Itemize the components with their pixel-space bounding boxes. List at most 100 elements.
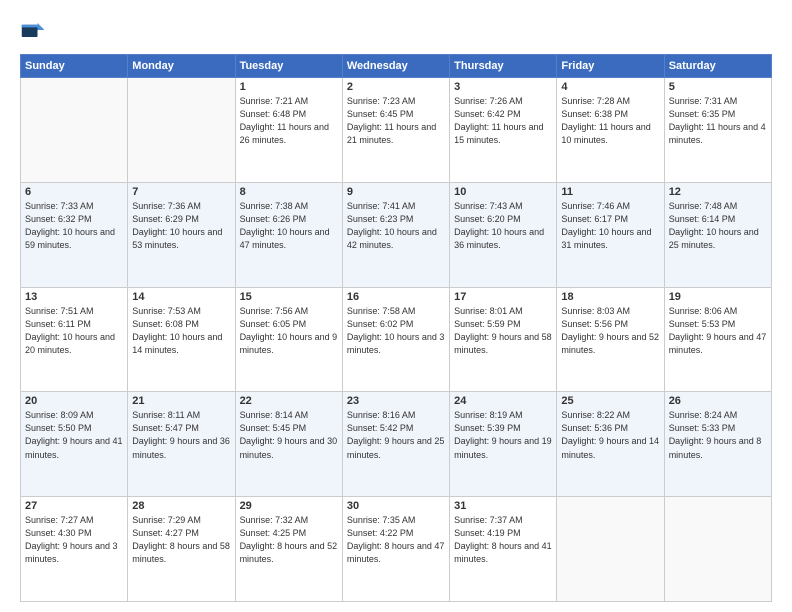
day-detail: Sunrise: 7:35 AM Sunset: 4:22 PM Dayligh…: [347, 514, 445, 566]
day-detail: Sunrise: 8:11 AM Sunset: 5:47 PM Dayligh…: [132, 409, 230, 461]
calendar-week-row: 1 Sunrise: 7:21 AM Sunset: 6:48 PM Daylig…: [21, 78, 772, 183]
day-detail: Sunrise: 7:46 AM Sunset: 6:17 PM Dayligh…: [561, 200, 659, 252]
calendar-cell: 16 Sunrise: 7:58 AM Sunset: 6:02 PM Dayli…: [342, 287, 449, 392]
day-number: 1: [240, 81, 338, 93]
calendar-cell: 11 Sunrise: 7:46 AM Sunset: 6:17 PM Dayli…: [557, 182, 664, 287]
weekday-header-wednesday: Wednesday: [342, 55, 449, 78]
day-detail: Sunrise: 7:43 AM Sunset: 6:20 PM Dayligh…: [454, 200, 552, 252]
day-detail: Sunrise: 7:29 AM Sunset: 4:27 PM Dayligh…: [132, 514, 230, 566]
day-detail: Sunrise: 7:28 AM Sunset: 6:38 PM Dayligh…: [561, 95, 659, 147]
calendar-cell: 27Sunrise: 7:27 AM Sunset: 4:30 PM Dayli…: [21, 497, 128, 602]
calendar-cell: 6Sunrise: 7:33 AM Sunset: 6:32 PM Daylig…: [21, 182, 128, 287]
calendar-cell: 1 Sunrise: 7:21 AM Sunset: 6:48 PM Daylig…: [235, 78, 342, 183]
calendar-cell: 21 Sunrise: 8:11 AM Sunset: 5:47 PM Dayli…: [128, 392, 235, 497]
calendar-table: SundayMondayTuesdayWednesdayThursdayFrid…: [20, 54, 772, 602]
day-detail: Sunrise: 7:41 AM Sunset: 6:23 PM Dayligh…: [347, 200, 445, 252]
calendar-cell: 23 Sunrise: 8:16 AM Sunset: 5:42 PM Dayli…: [342, 392, 449, 497]
day-detail: Sunrise: 7:48 AM Sunset: 6:14 PM Dayligh…: [669, 200, 767, 252]
day-number: 10: [454, 186, 552, 198]
day-number: 27: [25, 500, 123, 512]
day-number: 15: [240, 291, 338, 303]
day-detail: Sunrise: 8:16 AM Sunset: 5:42 PM Dayligh…: [347, 409, 445, 461]
calendar-cell: 17Sunrise: 8:01 AM Sunset: 5:59 PM Dayli…: [450, 287, 557, 392]
calendar-cell: 19 Sunrise: 8:06 AM Sunset: 5:53 PM Dayli…: [664, 287, 771, 392]
logo: [20, 16, 52, 44]
calendar-cell: 26 Sunrise: 8:24 AM Sunset: 5:33 PM Dayli…: [664, 392, 771, 497]
day-detail: Sunrise: 8:24 AM Sunset: 5:33 PM Dayligh…: [669, 409, 767, 461]
calendar-header-row: SundayMondayTuesdayWednesdayThursdayFrid…: [21, 55, 772, 78]
day-detail: Sunrise: 8:19 AM Sunset: 5:39 PM Dayligh…: [454, 409, 552, 461]
day-number: 26: [669, 395, 767, 407]
day-number: 20: [25, 395, 123, 407]
day-detail: Sunrise: 7:33 AM Sunset: 6:32 PM Dayligh…: [25, 200, 123, 252]
calendar-cell: [557, 497, 664, 602]
day-number: 21: [132, 395, 230, 407]
calendar-cell: 22 Sunrise: 8:14 AM Sunset: 5:45 PM Dayli…: [235, 392, 342, 497]
weekday-header-sunday: Sunday: [21, 55, 128, 78]
day-number: 25: [561, 395, 659, 407]
calendar-week-row: 27Sunrise: 7:27 AM Sunset: 4:30 PM Dayli…: [21, 497, 772, 602]
calendar-cell: 8Sunrise: 7:38 AM Sunset: 6:26 PM Daylig…: [235, 182, 342, 287]
day-number: 19: [669, 291, 767, 303]
calendar-cell: 4 Sunrise: 7:28 AM Sunset: 6:38 PM Daylig…: [557, 78, 664, 183]
calendar-cell: [128, 78, 235, 183]
day-number: 24: [454, 395, 552, 407]
day-detail: Sunrise: 8:22 AM Sunset: 5:36 PM Dayligh…: [561, 409, 659, 461]
day-number: 22: [240, 395, 338, 407]
day-detail: Sunrise: 7:37 AM Sunset: 4:19 PM Dayligh…: [454, 514, 552, 566]
calendar-week-row: 20 Sunrise: 8:09 AM Sunset: 5:50 PM Dayli…: [21, 392, 772, 497]
day-number: 13: [25, 291, 123, 303]
calendar-cell: 20 Sunrise: 8:09 AM Sunset: 5:50 PM Dayli…: [21, 392, 128, 497]
day-number: 3: [454, 81, 552, 93]
day-number: 18: [561, 291, 659, 303]
calendar-cell: 5Sunrise: 7:31 AM Sunset: 6:35 PM Daylig…: [664, 78, 771, 183]
weekday-header-thursday: Thursday: [450, 55, 557, 78]
weekday-header-tuesday: Tuesday: [235, 55, 342, 78]
calendar-cell: 9 Sunrise: 7:41 AM Sunset: 6:23 PM Daylig…: [342, 182, 449, 287]
day-number: 11: [561, 186, 659, 198]
header: [20, 16, 772, 44]
day-number: 17: [454, 291, 552, 303]
day-number: 31: [454, 500, 552, 512]
calendar-cell: 15 Sunrise: 7:56 AM Sunset: 6:05 PM Dayli…: [235, 287, 342, 392]
day-detail: Sunrise: 7:58 AM Sunset: 6:02 PM Dayligh…: [347, 305, 445, 357]
calendar-cell: 25 Sunrise: 8:22 AM Sunset: 5:36 PM Dayli…: [557, 392, 664, 497]
day-number: 30: [347, 500, 445, 512]
day-detail: Sunrise: 7:38 AM Sunset: 6:26 PM Dayligh…: [240, 200, 338, 252]
day-detail: Sunrise: 7:26 AM Sunset: 6:42 PM Dayligh…: [454, 95, 552, 147]
day-detail: Sunrise: 8:14 AM Sunset: 5:45 PM Dayligh…: [240, 409, 338, 461]
day-detail: Sunrise: 8:06 AM Sunset: 5:53 PM Dayligh…: [669, 305, 767, 357]
calendar-cell: 29 Sunrise: 7:32 AM Sunset: 4:25 PM Dayli…: [235, 497, 342, 602]
calendar-cell: 30 Sunrise: 7:35 AM Sunset: 4:22 PM Dayli…: [342, 497, 449, 602]
calendar-cell: 28 Sunrise: 7:29 AM Sunset: 4:27 PM Dayli…: [128, 497, 235, 602]
calendar-week-row: 6Sunrise: 7:33 AM Sunset: 6:32 PM Daylig…: [21, 182, 772, 287]
calendar-cell: [21, 78, 128, 183]
logo-icon: [20, 16, 48, 44]
day-detail: Sunrise: 7:53 AM Sunset: 6:08 PM Dayligh…: [132, 305, 230, 357]
calendar-cell: 31 Sunrise: 7:37 AM Sunset: 4:19 PM Dayli…: [450, 497, 557, 602]
calendar-cell: 14Sunrise: 7:53 AM Sunset: 6:08 PM Dayli…: [128, 287, 235, 392]
day-number: 5: [669, 81, 767, 93]
calendar-week-row: 13 Sunrise: 7:51 AM Sunset: 6:11 PM Dayli…: [21, 287, 772, 392]
calendar-cell: 18 Sunrise: 8:03 AM Sunset: 5:56 PM Dayli…: [557, 287, 664, 392]
day-number: 9: [347, 186, 445, 198]
day-number: 28: [132, 500, 230, 512]
calendar-cell: 24 Sunrise: 8:19 AM Sunset: 5:39 PM Dayli…: [450, 392, 557, 497]
day-number: 4: [561, 81, 659, 93]
day-detail: Sunrise: 7:32 AM Sunset: 4:25 PM Dayligh…: [240, 514, 338, 566]
day-number: 16: [347, 291, 445, 303]
day-number: 23: [347, 395, 445, 407]
day-detail: Sunrise: 7:56 AM Sunset: 6:05 PM Dayligh…: [240, 305, 338, 357]
calendar-cell: 3 Sunrise: 7:26 AM Sunset: 6:42 PM Daylig…: [450, 78, 557, 183]
day-number: 29: [240, 500, 338, 512]
day-detail: Sunrise: 8:09 AM Sunset: 5:50 PM Dayligh…: [25, 409, 123, 461]
weekday-header-monday: Monday: [128, 55, 235, 78]
calendar-cell: 13 Sunrise: 7:51 AM Sunset: 6:11 PM Dayli…: [21, 287, 128, 392]
day-number: 7: [132, 186, 230, 198]
weekday-header-saturday: Saturday: [664, 55, 771, 78]
day-detail: Sunrise: 7:51 AM Sunset: 6:11 PM Dayligh…: [25, 305, 123, 357]
day-detail: Sunrise: 8:03 AM Sunset: 5:56 PM Dayligh…: [561, 305, 659, 357]
weekday-header-friday: Friday: [557, 55, 664, 78]
day-number: 12: [669, 186, 767, 198]
day-detail: Sunrise: 7:21 AM Sunset: 6:48 PM Dayligh…: [240, 95, 338, 147]
